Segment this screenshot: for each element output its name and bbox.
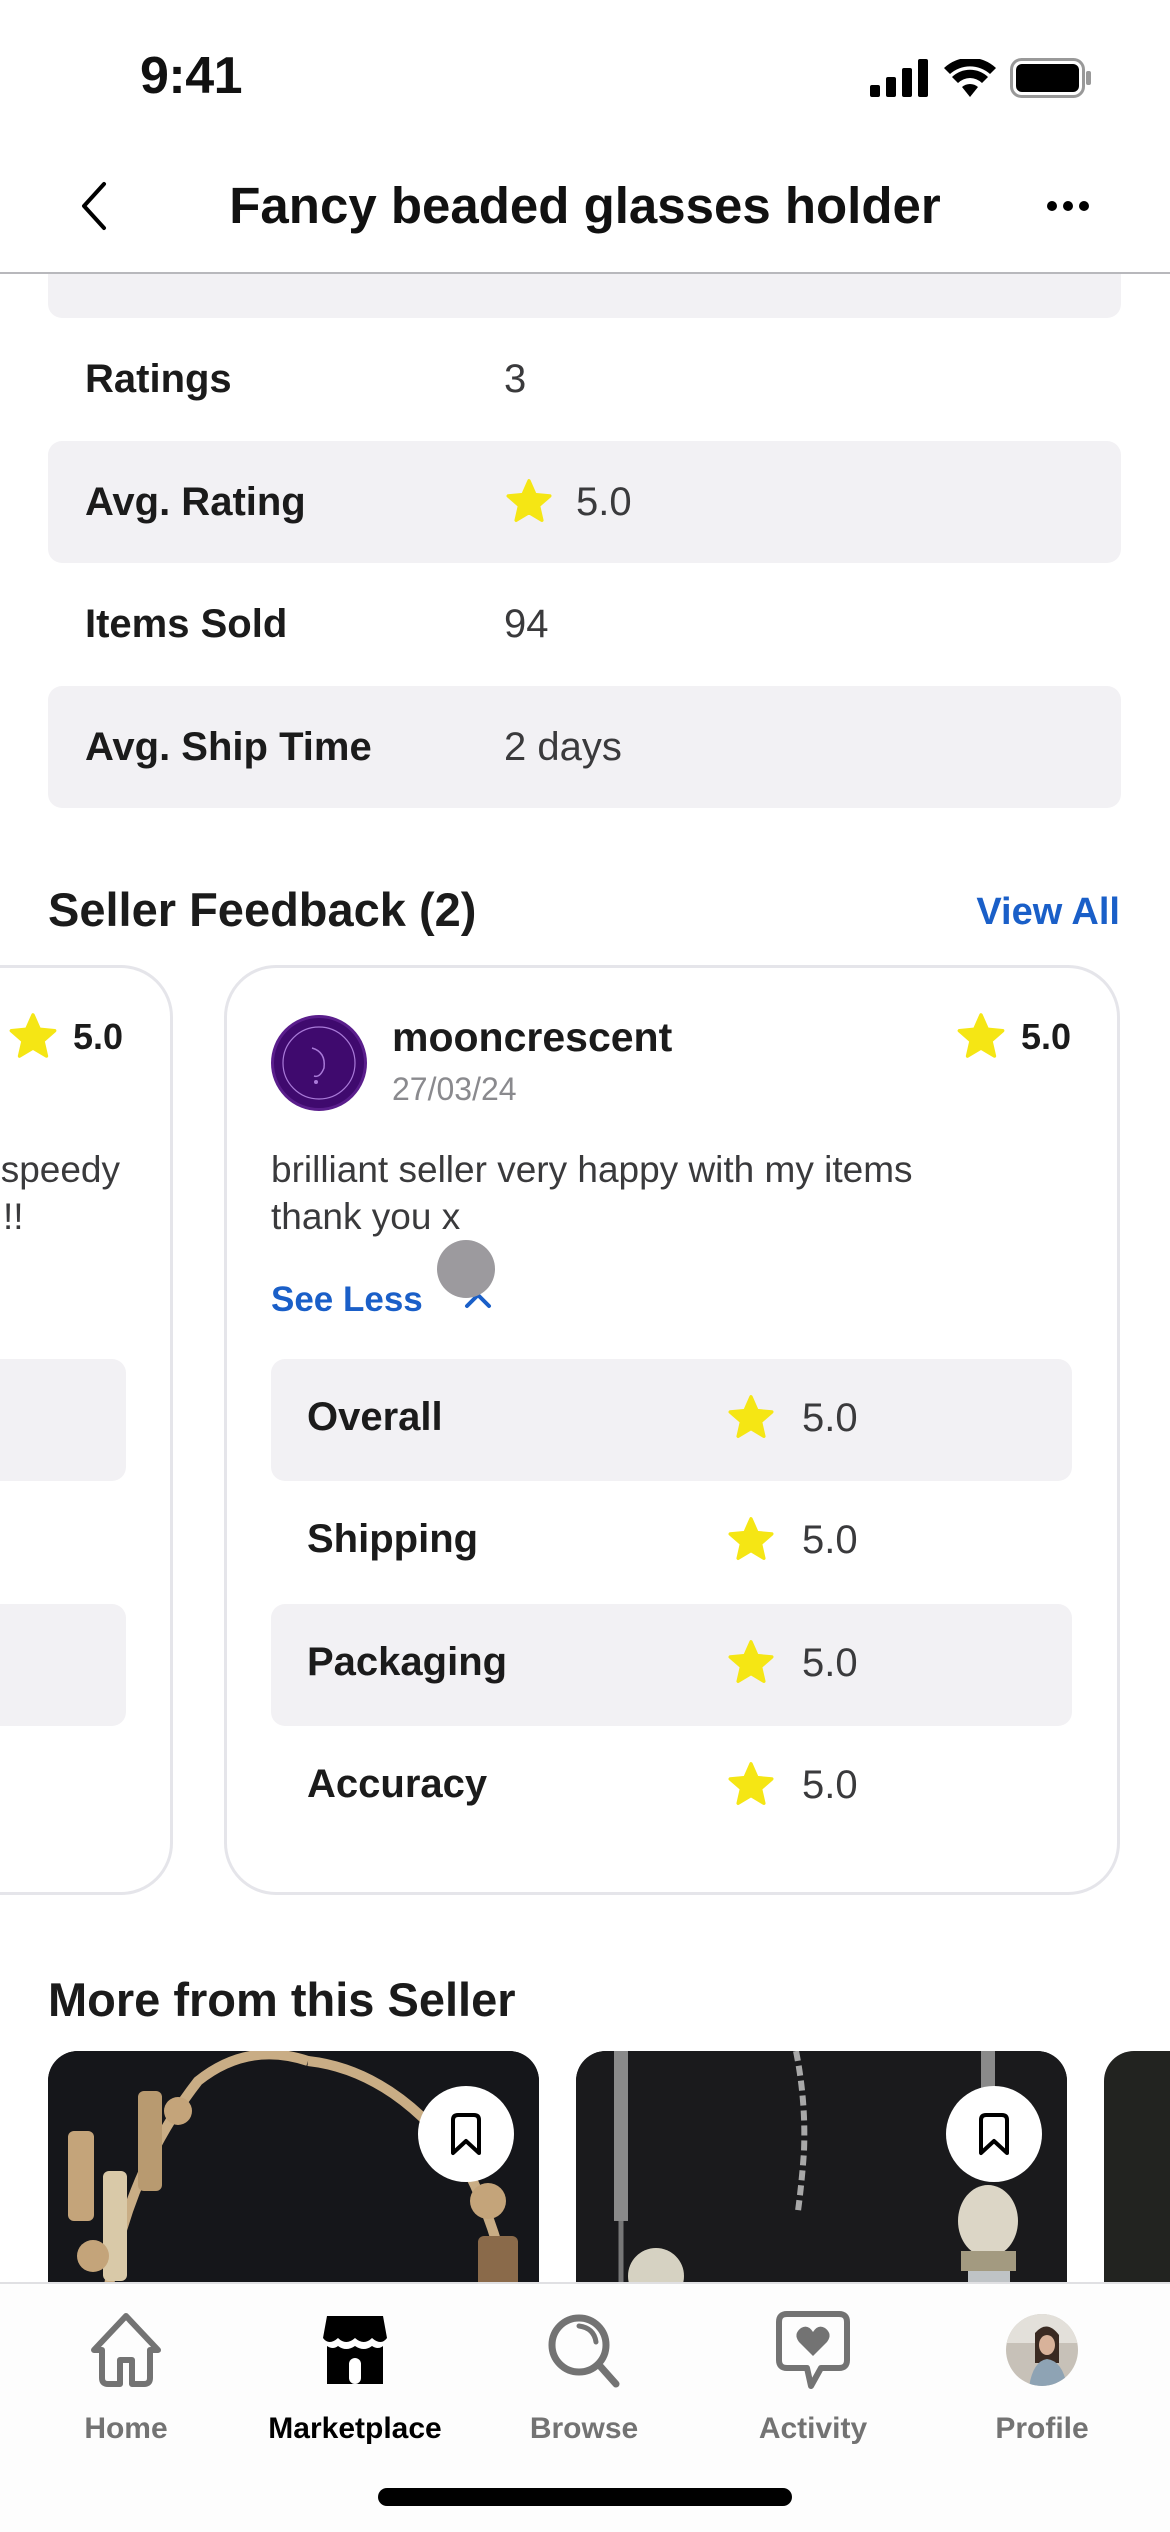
feedback-card[interactable]: 5.0 speedy !! [0,965,173,1895]
search-icon [548,2314,620,2388]
feedback-text: speedy [1,1146,120,1193]
star-icon [506,479,552,522]
sub-rating-label: Accuracy [307,1762,488,1806]
tab-label: Home [84,2412,168,2445]
sub-rating-value: 5.0 [726,1638,858,1688]
bookmark-icon [451,2113,481,2155]
home-icon [91,2313,161,2387]
seller-feedback-title: Seller Feedback (2) [48,883,477,936]
stat-row-items-sold: Items Sold 94 [48,563,1121,685]
rating-value: 5.0 [802,1762,858,1807]
sub-rating-label: Overall [307,1395,443,1439]
star-icon [728,1517,774,1560]
stat-value-text: 94 [504,601,549,646]
status-time: 9:41 [140,47,243,105]
stat-value-text: 3 [504,356,527,401]
stat-row-avg-rating: Avg. Rating 5.0 [48,441,1121,563]
view-all-link[interactable]: View All [976,891,1120,934]
sub-rating-row [0,1359,126,1481]
product-card[interactable] [48,2051,539,2291]
heart-message-icon [776,2311,850,2389]
save-button[interactable] [946,2086,1042,2182]
rating-value: 5.0 [1020,1016,1071,1057]
sub-rating-row [0,1604,126,1726]
sub-rating-value: 5.0 [726,1760,858,1810]
rating-value: 5.0 [802,1395,858,1440]
feedback-rating: 5.0 [7,1011,123,1063]
rating-value: 5.0 [802,1517,858,1562]
rating-value: 5.0 [802,1640,858,1685]
stat-label: Avg. Rating [85,479,306,524]
stat-row-partial [48,274,1121,318]
stat-row-ratings: Ratings 3 [48,318,1121,440]
feedback-card: mooncrescent 27/03/24 5.0 brilliant sell… [224,965,1120,1895]
stat-value: 2 days [504,725,622,770]
cellular-signal-icon [870,59,928,97]
wifi-icon [944,59,996,97]
rating-value: 5.0 [73,1016,124,1057]
stat-value: 5.0 [504,477,632,527]
sub-rating-label: Shipping [307,1517,479,1561]
stat-label: Ratings [85,356,232,401]
home-indicator[interactable] [378,2488,792,2506]
more-options-icon[interactable] [1046,196,1090,216]
star-icon [957,1013,1005,1058]
product-card[interactable] [1104,2051,1170,2291]
sub-rating-row-shipping: Shipping 5.0 [271,1481,1072,1603]
see-less-label: See Less [271,1280,423,1319]
tab-label: Marketplace [268,2412,442,2445]
reviewer-username[interactable]: mooncrescent [392,1014,672,1061]
stat-label: Avg. Ship Time [85,724,372,769]
star-icon [728,1395,774,1438]
tab-activity[interactable]: Activity [713,2310,913,2446]
stat-value: 3 [504,357,526,402]
profile-avatar [1006,2314,1078,2386]
tab-label: Browse [529,2412,639,2445]
tab-profile[interactable]: Profile [942,2310,1142,2446]
sub-rating-row-packaging: Packaging 5.0 [271,1604,1072,1726]
tab-browse[interactable]: Browse [484,2310,684,2446]
stat-value-text: 5.0 [576,479,632,524]
status-icons [870,58,1092,98]
sub-rating-value: 5.0 [726,1515,858,1565]
feedback-text: brilliant seller very happy with my item… [271,1149,913,1237]
tab-home[interactable]: Home [26,2310,226,2446]
save-button[interactable] [418,2086,514,2182]
sub-rating-label: Packaging [307,1640,508,1684]
stat-value: 94 [504,602,549,647]
bookmark-icon [979,2113,1009,2155]
sub-rating-value: 5.0 [726,1393,858,1443]
feedback-text-line: !! [3,1196,24,1237]
more-from-seller-title: More from this Seller [48,1973,516,2026]
storefront-icon [323,2316,387,2384]
review-date: 27/03/24 [392,1071,517,1107]
sub-rating-row-accuracy: Accuracy 5.0 [271,1726,1072,1848]
stat-label: Items Sold [85,601,288,646]
page-title: Fancy beaded glasses holder [229,177,941,234]
tab-marketplace[interactable]: Marketplace [255,2310,455,2446]
star-icon [9,1013,57,1058]
star-icon [728,1640,774,1683]
moon-crescent-logo [282,1026,356,1100]
tab-label: Activity [758,2412,868,2445]
product-card[interactable] [576,2051,1067,2291]
star-icon [728,1762,774,1805]
feedback-rating: 5.0 [955,1011,1071,1063]
stat-value-text: 2 days [504,724,622,769]
stat-row-ship-time: Avg. Ship Time 2 days [48,686,1121,808]
touch-indicator [437,1240,495,1298]
tab-label: Profile [995,2412,1089,2445]
reviewer-avatar[interactable] [271,1015,367,1111]
feedback-text-line: speedy [0,1149,120,1190]
battery-icon [1010,58,1091,98]
sub-rating-row-overall: Overall 5.0 [271,1359,1072,1481]
